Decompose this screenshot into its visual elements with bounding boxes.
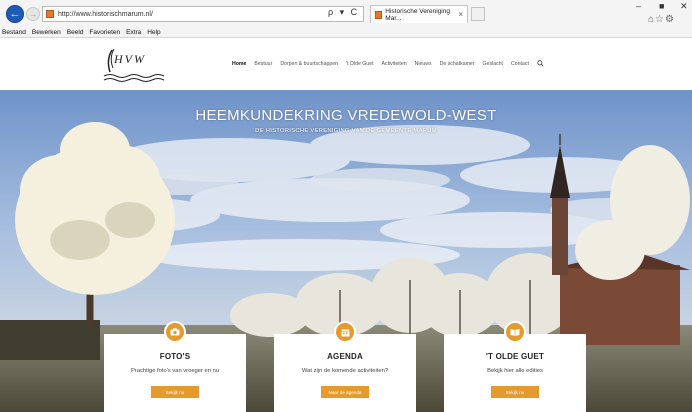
nav-nieuws[interactable]: Nieuws — [415, 61, 432, 67]
minimize-icon[interactable]: – — [636, 1, 641, 11]
favicon-icon — [46, 10, 54, 18]
card-olde-guet: 'T OLDE GUET Bekijk hier alle edities Be… — [444, 321, 586, 412]
book-icon — [504, 321, 526, 343]
card-title: FOTO'S — [159, 352, 191, 361]
maximize-icon[interactable]: ■ — [659, 1, 664, 11]
site-header: HVW Home Bestuur Dorpen & buurtschappen … — [0, 38, 692, 90]
nav-contact[interactable]: Contact — [511, 61, 529, 67]
address-bar[interactable]: http://www.historischmarum.nl/ — [42, 6, 364, 22]
card-description: Wat zijn de komende activiteiten? — [301, 368, 389, 374]
nav-home[interactable]: Home — [232, 61, 246, 67]
menu-favorieten[interactable]: Favorieten — [89, 29, 120, 36]
card-title: AGENDA — [327, 352, 363, 361]
menu-help[interactable]: Help — [147, 29, 160, 36]
menu-bewerken[interactable]: Bewerken — [32, 29, 61, 36]
menu-bestand[interactable]: Bestand — [2, 29, 26, 36]
agenda-button[interactable]: Naar de agenda — [321, 386, 369, 398]
menu-beeld[interactable]: Beeld — [67, 29, 84, 36]
site-navigation: Home Bestuur Dorpen & buurtschappen 't O… — [232, 60, 544, 67]
site-logo[interactable]: HVW — [100, 46, 170, 84]
address-tools[interactable]: ρ ▾ C — [328, 7, 359, 18]
card-description: Prachtige foto's van vroeger en nu — [130, 368, 220, 374]
browser-tab[interactable]: Historische Vereniging Mar... × — [370, 5, 468, 23]
close-window-icon[interactable]: ✕ — [680, 1, 688, 12]
home-favorites-tools-icons[interactable]: ⌂☆⚙ — [648, 14, 675, 25]
nav-geslacht[interactable]: Geslacht — [483, 61, 503, 67]
hero-banner: HEEMKUNDEKRING VREDEWOLD-WEST DE HISTORI… — [0, 90, 692, 412]
logo-text: HVW — [114, 52, 146, 66]
olde-guet-button[interactable]: Bekijk nu — [491, 386, 539, 398]
new-tab-button[interactable] — [471, 7, 485, 21]
menu-extra[interactable]: Extra — [126, 29, 141, 36]
card-title: 'T OLDE GUET — [485, 352, 545, 361]
tab-close-icon[interactable]: × — [458, 10, 463, 19]
tab-title: Historische Vereniging Mar... — [385, 7, 450, 22]
hero-subtitle: DE HISTORISCHE VERENIGING VAN DE GEMEENT… — [255, 128, 437, 134]
hero-title: HEEMKUNDEKRING VREDEWOLD-WEST — [195, 107, 497, 124]
search-icon[interactable] — [537, 60, 544, 67]
nav-activiteiten[interactable]: Activiteiten — [382, 61, 407, 67]
menu-bar: Bestand Bewerken Beeld Favorieten Extra … — [0, 28, 692, 38]
browser-toolbar: ← → http://www.historischmarum.nl/ ρ ▾ C… — [0, 0, 692, 28]
nav-dorpen[interactable]: Dorpen & buurtschappen — [280, 61, 338, 67]
nav-olde-guet[interactable]: 't Olde Guet — [346, 61, 374, 67]
nav-bestuur[interactable]: Bestuur — [254, 61, 272, 67]
address-url: http://www.historischmarum.nl/ — [58, 10, 153, 18]
tab-favicon-icon — [375, 10, 383, 19]
back-icon[interactable]: ← — [6, 5, 24, 23]
forward-icon[interactable]: → — [26, 7, 40, 21]
camera-icon — [164, 321, 186, 343]
fotos-button[interactable]: Bekijk nu — [151, 386, 199, 398]
card-description: Bekijk hier alle edities — [487, 368, 543, 374]
nav-schatkamer[interactable]: De schatkamer — [440, 61, 475, 67]
card-fotos: FOTO'S Prachtige foto's van vroeger en n… — [104, 321, 246, 412]
card-agenda: AGENDA Wat zijn de komende activiteiten?… — [274, 321, 416, 412]
calendar-icon — [334, 321, 356, 343]
